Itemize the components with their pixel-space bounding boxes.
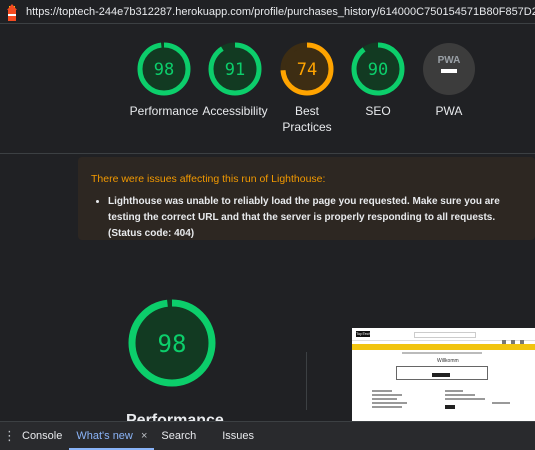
gauge-label: Accessibility xyxy=(202,104,268,118)
tab-issues[interactable]: Issues xyxy=(215,423,261,450)
warning-message: Lighthouse was unable to reliably load t… xyxy=(108,194,521,242)
thumb-text-line xyxy=(492,402,510,404)
runtime-warning: There were issues affecting this run of … xyxy=(78,157,535,240)
gauge-seo[interactable]: 90 SEO xyxy=(342,41,414,119)
pwa-badge-text: PWA xyxy=(438,55,461,66)
gauge-accessibility[interactable]: 91 Accessibility xyxy=(199,41,271,119)
big-gauge-label: Performance xyxy=(126,412,224,421)
gauge-label-line2: Practices xyxy=(282,120,332,134)
gauge-label: SEO xyxy=(365,104,391,118)
performance-big-gauge: 98 xyxy=(127,298,217,388)
gauge-score: 91 xyxy=(225,60,245,80)
url-bar: https://toptech-244e7b312287.herokuapp.c… xyxy=(0,0,535,24)
thumb-text-line xyxy=(372,406,402,408)
warning-title: There were issues affecting this run of … xyxy=(91,173,326,185)
gauge-pwa[interactable]: PWA PWA xyxy=(413,41,485,119)
thumb-icons xyxy=(502,332,530,344)
tab-whats-new-label: What's new xyxy=(76,429,133,442)
kebab-menu-icon[interactable]: ⋮ xyxy=(3,428,16,444)
vertical-divider xyxy=(306,352,307,410)
divider xyxy=(0,153,535,154)
category-gauges: 98 Performance 91 Accessibility 74 Best … xyxy=(0,24,535,154)
warning-list: Lighthouse was unable to reliably load t… xyxy=(91,194,521,242)
gauge-best-practices[interactable]: 74 Best Practices xyxy=(271,41,343,135)
thumb-text-line xyxy=(372,390,392,392)
gauge-score: 90 xyxy=(368,60,388,80)
lighthouse-icon xyxy=(4,3,20,21)
gauge-score: 98 xyxy=(154,60,174,80)
gauge-score: 74 xyxy=(297,60,317,80)
thumb-banner xyxy=(352,344,535,350)
final-screenshot-thumbnail[interactable]: TopTech Willkomm xyxy=(352,328,535,421)
report-url[interactable]: https://toptech-244e7b312287.herokuapp.c… xyxy=(26,6,535,18)
big-gauge-score: 98 xyxy=(158,330,187,358)
thumb-title: Willkomm xyxy=(437,358,459,364)
thumb-logo: TopTech xyxy=(356,331,371,337)
thumb-text-line xyxy=(372,398,397,400)
thumb-text-line xyxy=(445,390,463,392)
thumb-nav xyxy=(402,352,482,354)
gauge-ring: 74 xyxy=(280,42,334,96)
tab-search[interactable]: Search xyxy=(154,423,203,450)
thumb-text-line xyxy=(372,394,402,396)
gauge-ring: 98 xyxy=(137,42,191,96)
thumb-dark-button xyxy=(445,405,455,409)
tab-console[interactable]: Console xyxy=(15,423,69,450)
gauge-label-line1: Best xyxy=(294,104,319,118)
gauge-label: Performance xyxy=(129,104,199,118)
thumb-text-line xyxy=(445,398,485,400)
thumb-text-line xyxy=(372,402,407,404)
thumb-search xyxy=(414,332,476,338)
gauge-label: Best Practices xyxy=(271,103,343,135)
tab-whats-new[interactable]: What's new × xyxy=(69,423,155,450)
gauge-label: PWA xyxy=(435,104,463,118)
lighthouse-report-page: https://toptech-244e7b312287.herokuapp.c… xyxy=(0,0,535,450)
thumb-text-line xyxy=(445,394,475,396)
devtools-drawer-tabs: ⋮ Console What's new × Search Issues xyxy=(0,421,535,450)
big-gauge-ring: 98 xyxy=(128,299,216,387)
gauge-performance[interactable]: 98 Performance xyxy=(128,41,200,119)
close-icon[interactable]: × xyxy=(141,430,147,442)
gauge-ring: 91 xyxy=(208,42,262,96)
thumb-header: TopTech xyxy=(352,328,535,344)
thumb-button xyxy=(432,373,450,377)
gauge-ring: 90 xyxy=(351,42,405,96)
pwa-badge-icon: PWA xyxy=(423,43,475,95)
